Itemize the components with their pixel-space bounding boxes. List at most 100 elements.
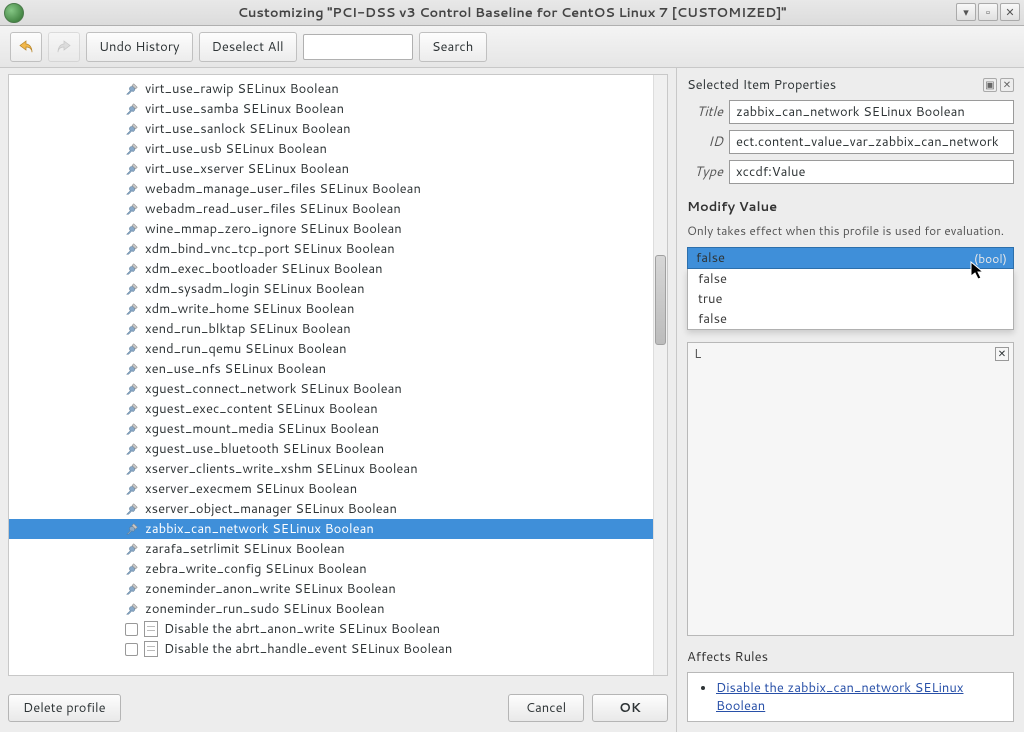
wrench-icon [125, 222, 139, 236]
wrench-icon [125, 382, 139, 396]
tree-item[interactable]: xguest_connect_network SELinux Boolean [9, 379, 653, 399]
tree-item-label: virt_use_usb SELinux Boolean [145, 140, 327, 158]
detach-icon[interactable]: ▣ [983, 78, 997, 92]
dialog-buttons: Delete profile Cancel OK [8, 694, 668, 722]
undo-button[interactable] [10, 32, 42, 62]
dropdown-option[interactable]: false [688, 309, 1013, 329]
properties-header: Selected Item Properties ▣ ✕ [687, 76, 1014, 94]
tree-item-label: virt_use_rawip SELinux Boolean [145, 80, 339, 98]
tree-item[interactable]: xserver_execmem SELinux Boolean [9, 479, 653, 499]
window-controls: ▾ ▫ ✕ [956, 3, 1020, 21]
tree-item[interactable]: wine_mmap_zero_ignore SELinux Boolean [9, 219, 653, 239]
tree-item[interactable]: xguest_use_bluetooth SELinux Boolean [9, 439, 653, 459]
description-close-icon[interactable]: ✕ [995, 347, 1009, 361]
tree-item-label: zoneminder_run_sudo SELinux Boolean [145, 600, 385, 618]
document-icon [144, 641, 158, 657]
scroll-thumb[interactable] [655, 255, 666, 345]
wrench-icon [125, 342, 139, 356]
modify-value-label: Modify Value [687, 198, 1014, 216]
tree-item[interactable]: virt_use_rawip SELinux Boolean [9, 79, 653, 99]
undo-history-button[interactable]: Undo History [86, 32, 193, 62]
delete-profile-button[interactable]: Delete profile [8, 694, 121, 722]
tree-item[interactable]: xguest_mount_media SELinux Boolean [9, 419, 653, 439]
tree-item-label: xend_run_qemu SELinux Boolean [145, 340, 347, 358]
tree-item-label: xdm_sysadm_login SELinux Boolean [145, 280, 365, 298]
tree-item[interactable]: xserver_clients_write_xshm SELinux Boole… [9, 459, 653, 479]
wrench-icon [125, 422, 139, 436]
maximize-button[interactable]: ▫ [978, 3, 998, 21]
tree-item[interactable]: virt_use_sanlock SELinux Boolean [9, 119, 653, 139]
search-input[interactable] [303, 34, 413, 60]
dropdown-selected[interactable]: false (bool) [687, 247, 1014, 269]
wrench-icon [125, 282, 139, 296]
tree-item[interactable]: zabbix_can_network SELinux Boolean [9, 519, 653, 539]
tree-item[interactable]: xserver_object_manager SELinux Boolean [9, 499, 653, 519]
deselect-all-button[interactable]: Deselect All [199, 32, 297, 62]
tree-item-label: xen_use_nfs SELinux Boolean [145, 360, 326, 378]
tree-item[interactable]: xdm_exec_bootloader SELinux Boolean [9, 259, 653, 279]
tree-item[interactable]: xend_run_blktap SELinux Boolean [9, 319, 653, 339]
wrench-icon [125, 182, 139, 196]
wrench-icon [125, 562, 139, 576]
ok-button[interactable]: OK [592, 694, 668, 722]
affects-rule-link[interactable]: Disable the zabbix_can_network SELinux B… [716, 679, 963, 715]
wrench-icon [125, 202, 139, 216]
tree-item[interactable]: xend_run_qemu SELinux Boolean [9, 339, 653, 359]
tree-item[interactable]: xen_use_nfs SELinux Boolean [9, 359, 653, 379]
cancel-button[interactable]: Cancel [508, 694, 584, 722]
tree-item[interactable]: Disable the abrt_handle_event SELinux Bo… [9, 639, 653, 659]
tree-item[interactable]: xguest_exec_content SELinux Boolean [9, 399, 653, 419]
tree-item[interactable]: Disable the abrt_anon_write SELinux Bool… [9, 619, 653, 639]
tree-item[interactable]: virt_use_usb SELinux Boolean [9, 139, 653, 159]
dropdown-type-tag: (bool) [974, 250, 1007, 267]
dropdown-list[interactable]: falsetruefalse [687, 269, 1014, 330]
description-peek: L [694, 345, 701, 363]
tree-item[interactable]: xdm_write_home SELinux Boolean [9, 299, 653, 319]
search-button[interactable]: Search [419, 32, 487, 62]
panel-close-icon[interactable]: ✕ [1000, 78, 1014, 92]
tree-item-label: Disable the abrt_anon_write SELinux Bool… [164, 620, 440, 638]
tree-item-label: xserver_object_manager SELinux Boolean [145, 500, 397, 518]
tree-item[interactable]: virt_use_xserver SELinux Boolean [9, 159, 653, 179]
close-button[interactable]: ✕ [1000, 3, 1020, 21]
id-label: ID [687, 133, 723, 151]
title-field[interactable]: zabbix_can_network SELinux Boolean [729, 100, 1014, 124]
tree-item[interactable]: webadm_read_user_files SELinux Boolean [9, 199, 653, 219]
tree-item[interactable]: virt_use_samba SELinux Boolean [9, 99, 653, 119]
tree-item[interactable]: zarafa_setrlimit SELinux Boolean [9, 539, 653, 559]
tree-item-label: virt_use_xserver SELinux Boolean [145, 160, 349, 178]
toolbar: Undo History Deselect All Search [0, 26, 1024, 68]
app-menu-icon[interactable] [4, 3, 24, 23]
tree-item-label: xdm_bind_vnc_tcp_port SELinux Boolean [145, 240, 395, 258]
wrench-icon [125, 262, 139, 276]
tree-item-label: virt_use_samba SELinux Boolean [145, 100, 344, 118]
tree-item[interactable]: zebra_write_config SELinux Boolean [9, 559, 653, 579]
id-field[interactable]: ect.content_value_var_zabbix_can_network [729, 130, 1014, 154]
tree-item-label: Disable the abrt_handle_event SELinux Bo… [164, 640, 452, 658]
wrench-icon [125, 582, 139, 596]
tree-item[interactable]: zoneminder_run_sudo SELinux Boolean [9, 599, 653, 619]
dropdown-option[interactable]: true [688, 289, 1013, 309]
tree-item[interactable]: webadm_manage_user_files SELinux Boolean [9, 179, 653, 199]
wrench-icon [125, 362, 139, 376]
rule-checkbox[interactable] [125, 623, 138, 636]
rule-checkbox[interactable] [125, 643, 138, 656]
affects-rules-box: Disable the zabbix_can_network SELinux B… [687, 672, 1014, 722]
tree-item[interactable]: zoneminder_anon_write SELinux Boolean [9, 579, 653, 599]
scrollbar[interactable] [653, 75, 667, 675]
minimize-button[interactable]: ▾ [956, 3, 976, 21]
redo-button[interactable] [48, 32, 80, 62]
wrench-icon [125, 522, 139, 536]
properties-pane: Selected Item Properties ▣ ✕ Title zabbi… [676, 68, 1024, 732]
tree-item-label: zabbix_can_network SELinux Boolean [145, 520, 374, 538]
value-dropdown[interactable]: false (bool) falsetruefalse [687, 247, 1014, 330]
wrench-icon [125, 302, 139, 316]
tree-item[interactable]: xdm_bind_vnc_tcp_port SELinux Boolean [9, 239, 653, 259]
wrench-icon [125, 142, 139, 156]
wrench-icon [125, 482, 139, 496]
tree-item[interactable]: xdm_sysadm_login SELinux Boolean [9, 279, 653, 299]
dropdown-option[interactable]: false [688, 269, 1013, 289]
tree-item-label: zarafa_setrlimit SELinux Boolean [145, 540, 345, 558]
tree-list[interactable]: virt_use_rawip SELinux Boolean virt_use_s… [9, 75, 653, 675]
content-area: virt_use_rawip SELinux Boolean virt_use_s… [0, 68, 1024, 732]
